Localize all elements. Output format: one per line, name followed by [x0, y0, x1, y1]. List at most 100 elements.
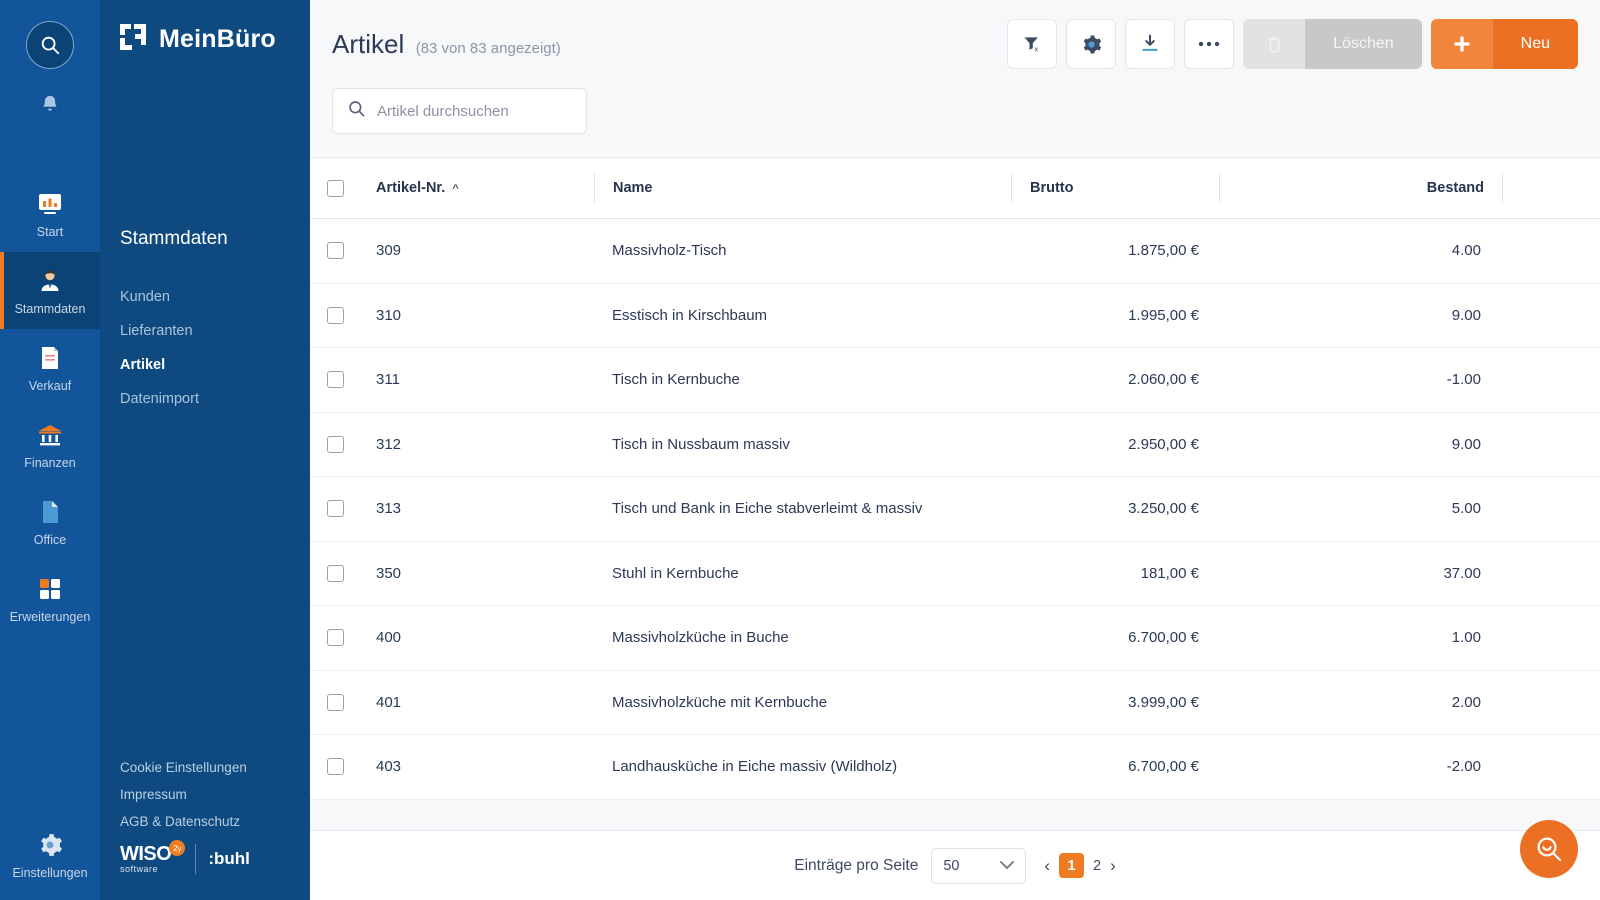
cell-artikelnr: 310 — [376, 306, 402, 324]
cell-name: Stuhl in Kernbuche — [612, 564, 739, 582]
cell-name: Tisch in Nussbaum massiv — [612, 435, 790, 453]
gear-icon — [35, 830, 65, 860]
rail-item-finanzen[interactable]: Finanzen — [0, 406, 100, 483]
grid-icon — [35, 574, 65, 604]
delete-button[interactable]: Löschen — [1243, 19, 1422, 69]
per-page-label: Einträge pro Seite — [794, 856, 919, 874]
column-label: Artikel-Nr. — [376, 180, 446, 196]
rail-item-label: Verkauf — [28, 378, 72, 393]
brand-name: MeinBüro — [159, 25, 276, 53]
cell-bestand: 9.00 — [1451, 435, 1481, 453]
column-header-brutto[interactable]: Brutto — [1012, 180, 1219, 196]
prev-page-button[interactable]: ‹ — [1044, 856, 1050, 876]
rail-item-label: Finanzen — [24, 455, 76, 470]
sidebar-item-lieferanten[interactable]: Lieferanten — [100, 314, 310, 348]
more-options-button[interactable] — [1184, 19, 1235, 69]
table-row[interactable]: 401 Massivholzküche mit Kernbuche 3.999,00… — [310, 671, 1600, 735]
rail-item-start[interactable]: Start — [0, 175, 100, 252]
logo-divider — [195, 843, 197, 874]
cell-brutto: 3.250,00 € — [1128, 500, 1199, 518]
rail-item-office[interactable]: Office — [0, 483, 100, 560]
row-checkbox[interactable] — [310, 435, 376, 453]
link-cookie-einstellungen[interactable]: Cookie Einstellungen — [120, 760, 250, 775]
rail-item-label: Office — [33, 532, 67, 547]
delete-button-label: Löschen — [1305, 19, 1422, 69]
search-box[interactable] — [332, 88, 587, 134]
per-page-value: 50 — [943, 857, 960, 874]
sidebar-item-datenimport[interactable]: Datenimport — [100, 382, 310, 416]
table-row[interactable]: 309 Massivholz-Tisch 1.875,00 € 4.00 — [310, 219, 1600, 284]
page-icon — [35, 497, 65, 527]
brand-logo[interactable]: MeinBüro — [100, 0, 310, 57]
table-settings-button[interactable] — [1066, 19, 1117, 69]
sidebar-item-artikel[interactable]: Artikel — [100, 348, 310, 382]
table-row[interactable]: 310 Esstisch in Kirschbaum 1.995,00 € 9.00 — [310, 284, 1600, 348]
notifications-button[interactable] — [39, 89, 61, 119]
trash-icon — [1243, 19, 1306, 69]
row-checkbox[interactable] — [310, 242, 376, 260]
column-divider — [1502, 173, 1503, 203]
support-fab-button[interactable] — [1520, 820, 1578, 878]
search-input[interactable] — [377, 102, 547, 120]
rail-item-verkauf[interactable]: Verkauf — [0, 329, 100, 406]
cell-artikelnr: 309 — [376, 242, 402, 260]
cell-brutto: 6.700,00 € — [1128, 629, 1199, 647]
filter-clear-button[interactable]: x — [1007, 19, 1058, 69]
cell-bestand: 2.00 — [1451, 693, 1481, 711]
download-button[interactable] — [1125, 19, 1176, 69]
cell-brutto: 181,00 € — [1140, 564, 1199, 582]
global-search-button[interactable] — [26, 21, 74, 69]
page-button-2[interactable]: 2 — [1093, 858, 1101, 874]
chart-icon — [35, 189, 65, 219]
sidebar: MeinBüro Stammdaten Kunden Lieferanten A… — [100, 0, 310, 900]
rail-item-einstellungen[interactable]: Einstellungen — [0, 830, 100, 880]
user-icon — [35, 266, 65, 296]
application-window: Start Stammdaten Verkauf Finanzen Office… — [0, 0, 1600, 900]
main-content: Artikel (83 von 83 angezeigt) x Löschen … — [310, 0, 1600, 900]
row-checkbox[interactable] — [310, 500, 376, 518]
row-checkbox[interactable] — [310, 371, 376, 389]
rail-nav-list: Start Stammdaten Verkauf Finanzen Office… — [0, 175, 100, 637]
cell-brutto: 2.060,00 € — [1128, 371, 1199, 389]
table-row[interactable]: 312 Tisch in Nussbaum massiv 2.950,00 € 9.0… — [310, 413, 1600, 477]
cell-name: Landhausküche in Eiche massiv (Wildholz) — [612, 758, 898, 776]
table-row[interactable]: 350 Stuhl in Kernbuche 181,00 € 37.00 — [310, 542, 1600, 606]
cell-bestand: -2.00 — [1446, 758, 1481, 776]
per-page-select[interactable]: 50 — [931, 847, 1027, 884]
column-header-artikelnr[interactable]: Artikel-Nr. ^ — [376, 180, 594, 196]
rail-item-stammdaten[interactable]: Stammdaten — [0, 252, 100, 329]
next-page-button[interactable]: › — [1110, 856, 1116, 876]
download-icon — [1142, 34, 1158, 51]
rail-item-erweiterungen[interactable]: Erweiterungen — [0, 560, 100, 637]
cell-name: Massivholzküche in Buche — [612, 629, 789, 647]
column-header-name[interactable]: Name — [595, 180, 1011, 196]
table-row[interactable]: 313 Tisch und Bank in Eiche stabverleimt … — [310, 477, 1600, 542]
sidebar-item-kunden[interactable]: Kunden — [100, 280, 310, 314]
cell-brutto: 3.999,00 € — [1128, 693, 1199, 711]
link-agb-datenschutz[interactable]: AGB & Datenschutz — [120, 814, 250, 829]
cell-brutto: 2.950,00 € — [1128, 435, 1199, 453]
cell-name: Esstisch in Kirschbaum — [612, 306, 768, 324]
cell-artikelnr: 313 — [376, 500, 402, 518]
row-checkbox[interactable] — [310, 693, 376, 711]
search-icon — [347, 99, 366, 123]
link-impressum[interactable]: Impressum — [120, 787, 250, 802]
page-title-group: Artikel (83 von 83 angezeigt) — [332, 29, 561, 60]
table-row[interactable]: 400 Massivholzküche in Buche 6.700,00 € 1.0… — [310, 606, 1600, 671]
new-button[interactable]: Neu — [1430, 19, 1578, 69]
page-title: Artikel — [332, 28, 405, 59]
table-row[interactable]: 311 Tisch in Kernbuche 2.060,00 € -1.00 — [310, 348, 1600, 413]
cell-brutto: 1.995,00 € — [1128, 306, 1199, 324]
page-record-count: (83 von 83 angezeigt) — [415, 39, 561, 57]
page-button-1[interactable]: 1 — [1059, 853, 1084, 878]
column-header-bestand[interactable]: Bestand — [1220, 180, 1502, 196]
table-row[interactable]: 403 Landhausküche in Eiche massiv (Wildho… — [310, 735, 1600, 800]
search-icon — [41, 36, 60, 55]
sort-asc-icon: ^ — [452, 183, 459, 195]
row-checkbox[interactable] — [310, 629, 376, 647]
cell-artikelnr: 401 — [376, 693, 402, 711]
row-checkbox[interactable] — [310, 564, 376, 582]
row-checkbox[interactable] — [310, 758, 376, 776]
select-all-checkbox[interactable] — [310, 179, 376, 197]
row-checkbox[interactable] — [310, 306, 376, 324]
